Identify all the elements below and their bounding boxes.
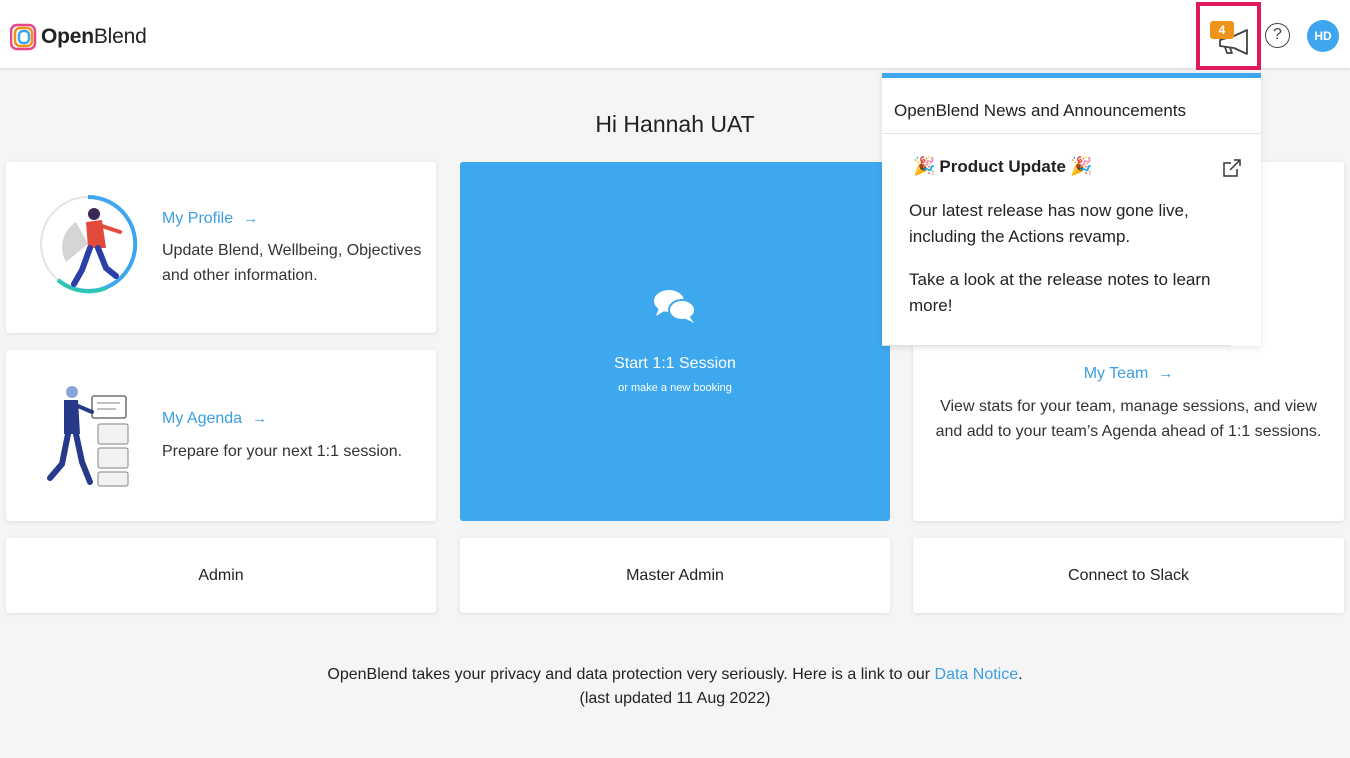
party-popper-icon: 🎉 bbox=[1069, 156, 1093, 176]
help-icon[interactable]: ? bbox=[1265, 23, 1290, 48]
logo-text: OpenBlend bbox=[41, 25, 147, 48]
news-dropdown: OpenBlend News and Announcements 🎉 Produ… bbox=[882, 73, 1261, 346]
my-profile-card[interactable]: My Profile → Update Blend, Wellbeing, Obj… bbox=[6, 162, 436, 333]
my-agenda-link[interactable]: My Agenda → bbox=[162, 410, 267, 428]
my-agenda-description: Prepare for your next 1:1 session. bbox=[162, 443, 403, 460]
divider bbox=[882, 133, 1261, 134]
arrow-right-icon: → bbox=[252, 410, 268, 427]
profile-illustration-icon bbox=[40, 194, 138, 294]
arrow-right-icon: → bbox=[1158, 365, 1174, 382]
openblend-logo[interactable]: OpenBlend bbox=[10, 22, 147, 52]
chat-bubbles-icon bbox=[654, 290, 696, 323]
connect-slack-label: Connect to Slack bbox=[1068, 567, 1189, 584]
my-profile-description: Update Blend, Wellbeing, Objectives and … bbox=[162, 242, 422, 284]
connect-slack-card[interactable]: Connect to Slack bbox=[913, 538, 1344, 613]
external-link-icon[interactable] bbox=[1222, 158, 1242, 178]
my-team-link[interactable]: My Team → bbox=[913, 365, 1344, 383]
top-header: OpenBlend 4 ? HD bbox=[0, 0, 1350, 70]
master-admin-card[interactable]: Master Admin bbox=[460, 538, 890, 613]
privacy-footer: OpenBlend takes your privacy and data pr… bbox=[0, 663, 1350, 711]
news-item-paragraph-2: Take a look at the release notes to lear… bbox=[909, 270, 1211, 315]
news-item-paragraph-1: Our latest release has now gone live, in… bbox=[909, 201, 1189, 246]
start-session-card[interactable]: Start 1:1 Session or make a new booking bbox=[460, 162, 890, 521]
news-count-badge: 4 bbox=[1210, 21, 1234, 39]
divider bbox=[882, 345, 1231, 346]
news-item-heading[interactable]: 🎉 Product Update 🎉 bbox=[909, 156, 1096, 177]
admin-label: Admin bbox=[198, 567, 244, 584]
my-agenda-card[interactable]: My Agenda → Prepare for your next 1:1 ses… bbox=[6, 350, 436, 521]
privacy-text: OpenBlend takes your privacy and data pr… bbox=[327, 666, 1023, 683]
news-announcements-button[interactable]: 4 bbox=[1196, 2, 1261, 70]
user-avatar[interactable]: HD bbox=[1307, 20, 1339, 52]
agenda-illustration-icon bbox=[47, 386, 129, 487]
party-popper-icon: 🎉 bbox=[913, 156, 936, 176]
privacy-updated: (last updated 11 Aug 2022) bbox=[579, 690, 771, 707]
news-dropdown-title: OpenBlend News and Announcements bbox=[894, 101, 1187, 120]
master-admin-label: Master Admin bbox=[626, 567, 724, 584]
arrow-right-icon: → bbox=[243, 210, 259, 227]
my-profile-link[interactable]: My Profile → bbox=[162, 210, 258, 228]
data-notice-link[interactable]: Data Notice bbox=[935, 666, 1019, 683]
openblend-logo-icon bbox=[10, 23, 37, 51]
start-session-title: Start 1:1 Session bbox=[614, 355, 736, 372]
start-session-subtitle: or make a new booking bbox=[618, 382, 732, 394]
my-team-description: View stats for your team, manage session… bbox=[935, 398, 1322, 440]
admin-card[interactable]: Admin bbox=[6, 538, 436, 613]
